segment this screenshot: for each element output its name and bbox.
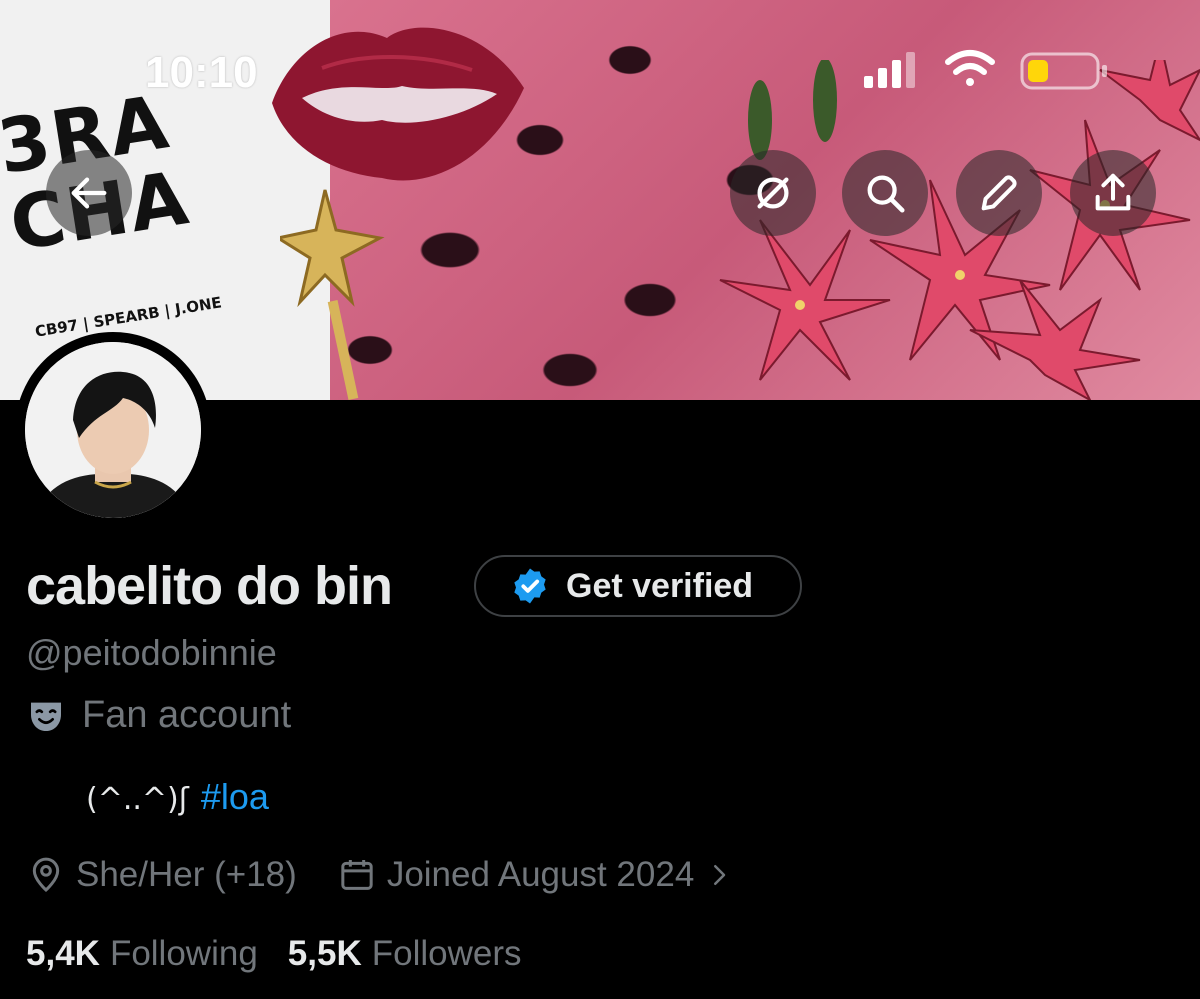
following-label: Following [109,934,258,973]
joined-item[interactable]: Joined August 2024 [337,855,734,895]
bio: (^..^)ʃ #loa [86,776,269,818]
verified-badge-icon [514,568,546,604]
bio-hashtag-link[interactable]: #loa [201,776,269,818]
profile-meta: She/Her (+18) Joined August 2024 [26,855,734,895]
display-name: cabelito do bin [26,556,393,616]
follow-stats: 5,4K Following 5,5K Followers [26,934,522,974]
location-label: She/Her (+18) [76,855,297,894]
followers-link[interactable]: 5,5K Followers [288,934,522,974]
chevron-right-icon [714,865,726,885]
get-verified-label: Get verified [566,566,754,605]
avatar-image [25,342,201,518]
location-item: She/Her (+18) [26,855,297,895]
user-handle: @peitodobinnie [26,632,277,673]
grok-icon [757,177,789,209]
followers-count: 5,5K [287,934,362,973]
lips-image [272,27,524,181]
edit-button[interactable] [956,150,1042,236]
account-category: Fan account [26,694,291,737]
category-label: Fan account [82,694,292,736]
search-button[interactable] [842,150,928,236]
grok-button[interactable] [730,150,816,236]
theater-mask-icon [31,702,61,731]
share-button[interactable] [1070,150,1156,236]
back-button[interactable] [46,150,132,236]
following-count: 5,4K [26,934,100,973]
status-icons [864,50,1107,90]
arrow-left-icon [71,177,107,209]
search-icon [867,175,905,213]
calendar-icon [341,860,373,890]
pencil-icon [981,175,1017,211]
get-verified-button[interactable]: Get verified [474,555,802,617]
star-image [280,189,385,400]
profile-banner[interactable]: 3RA CHA CB97 | SPEARB | J.ONE 10:10 [0,0,1200,400]
bio-kaomoji: (^..^)ʃ [86,782,189,817]
joined-label: Joined August 2024 [386,855,695,894]
avatar[interactable] [15,332,211,528]
status-time: 10:10 [145,48,258,97]
location-pin-icon [32,857,60,893]
battery-icon [1020,52,1107,90]
following-link[interactable]: 5,4K Following [26,934,258,974]
share-icon [1095,173,1131,211]
signal-icon [864,52,915,88]
followers-label: Followers [371,934,522,973]
wifi-icon [945,50,995,86]
